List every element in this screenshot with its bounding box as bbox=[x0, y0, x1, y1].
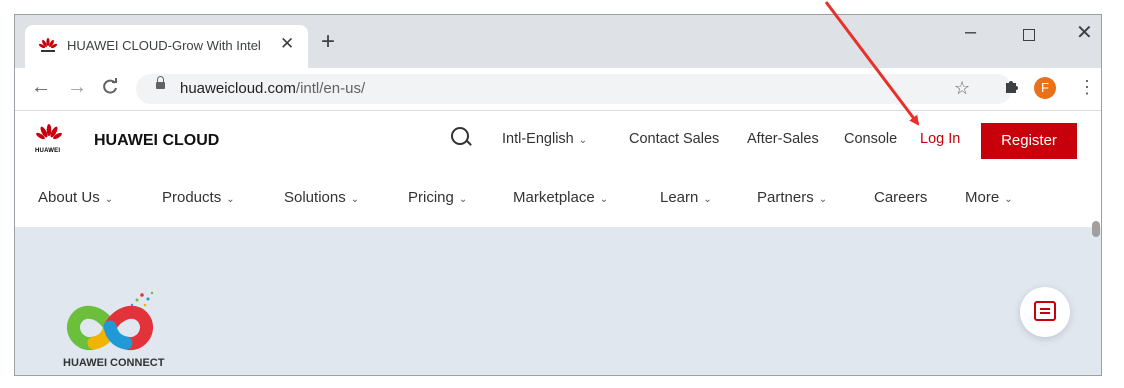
nav-item-more[interactable]: More ⌄ bbox=[965, 189, 1013, 206]
address-bar[interactable]: huaweicloud.com/intl/en-us/ ☆ bbox=[136, 74, 1012, 104]
huawei-connect-logo-icon[interactable] bbox=[62, 287, 162, 357]
huawei-logo-icon[interactable] bbox=[36, 124, 62, 146]
nav-item-careers[interactable]: Careers bbox=[874, 189, 927, 206]
brand-name[interactable]: HUAWEI CLOUD bbox=[94, 132, 219, 150]
lock-icon[interactable] bbox=[156, 76, 165, 89]
nav-item-partners[interactable]: Partners ⌄ bbox=[757, 189, 827, 206]
search-icon[interactable] bbox=[451, 127, 469, 145]
nav-item-products[interactable]: Products ⌄ bbox=[162, 189, 235, 206]
chevron-down-icon: ⌄ bbox=[703, 194, 712, 205]
language-selector[interactable]: Intl-English ⌄ bbox=[502, 131, 587, 147]
browser-toolbar: ← → huaweicloud.com/intl/en-us/ ☆ F ⋮ bbox=[15, 68, 1101, 111]
site-header: HUAWEI HUAWEI CLOUD Intl-English ⌄ Contac… bbox=[15, 111, 1101, 169]
close-window-button[interactable]: ✕ bbox=[1076, 20, 1093, 45]
huawei-connect-label: HUAWEI CONNECT bbox=[63, 357, 165, 369]
tab-close-icon[interactable]: ✕ bbox=[280, 34, 294, 54]
chevron-down-icon: ⌄ bbox=[350, 194, 360, 205]
forward-arrow-icon[interactable]: → bbox=[67, 76, 87, 99]
profile-avatar[interactable]: F bbox=[1034, 77, 1056, 99]
scrollbar-thumb[interactable] bbox=[1092, 221, 1100, 237]
login-link[interactable]: Log In bbox=[920, 131, 960, 147]
nav-item-solutions[interactable]: Solutions ⌄ bbox=[284, 189, 359, 206]
back-arrow-icon[interactable]: ← bbox=[31, 76, 51, 99]
console-link[interactable]: Console bbox=[844, 131, 897, 147]
chevron-down-icon: ⌄ bbox=[458, 194, 468, 205]
register-button[interactable]: Register bbox=[981, 123, 1077, 159]
puzzle-icon[interactable] bbox=[1003, 78, 1019, 99]
main-navigation: About Us ⌄ Products ⌄ Solutions ⌄ Pricing ⌄ … bbox=[15, 169, 1101, 227]
tab-title: HUAWEI CLOUD-Grow With Intel bbox=[67, 38, 261, 53]
chat-button[interactable] bbox=[1020, 287, 1070, 337]
nav-item-pricing[interactable]: Pricing ⌄ bbox=[408, 189, 467, 206]
browser-tab[interactable]: HUAWEI CLOUD-Grow With Intel ✕ bbox=[25, 25, 308, 68]
maximize-button[interactable] bbox=[1023, 29, 1035, 41]
huawei-favicon-icon bbox=[39, 38, 57, 52]
hero-banner: HUAWEI CONNECT bbox=[15, 221, 1101, 375]
minimize-button[interactable]: – bbox=[965, 21, 976, 44]
nav-item-learn[interactable]: Learn ⌄ bbox=[660, 189, 712, 206]
nav-item-about-us[interactable]: About Us ⌄ bbox=[38, 189, 113, 206]
web-page: HUAWEI HUAWEI CLOUD Intl-English ⌄ Contac… bbox=[15, 111, 1101, 375]
chevron-down-icon: ⌄ bbox=[818, 194, 828, 205]
contact-sales-link[interactable]: Contact Sales bbox=[629, 131, 719, 147]
chevron-down-icon: ⌄ bbox=[578, 135, 588, 146]
bookmark-star-icon[interactable]: ☆ bbox=[954, 78, 970, 99]
browser-window: HUAWEI CLOUD-Grow With Intel ✕ + – ✕ ← →… bbox=[14, 14, 1102, 376]
new-tab-button[interactable]: + bbox=[321, 30, 335, 54]
chat-icon bbox=[1034, 301, 1056, 321]
after-sales-link[interactable]: After-Sales bbox=[747, 131, 819, 147]
logo-wordmark: HUAWEI bbox=[35, 148, 61, 154]
url-text[interactable]: huaweicloud.com/intl/en-us/ bbox=[180, 80, 365, 97]
kebab-menu-icon[interactable]: ⋮ bbox=[1078, 77, 1096, 98]
reload-icon[interactable] bbox=[101, 75, 119, 102]
chevron-down-icon: ⌄ bbox=[104, 194, 114, 205]
tab-strip: HUAWEI CLOUD-Grow With Intel ✕ + – ✕ bbox=[15, 15, 1101, 68]
chevron-down-icon: ⌄ bbox=[226, 194, 235, 205]
chevron-down-icon: ⌄ bbox=[599, 194, 609, 205]
chevron-down-icon: ⌄ bbox=[1004, 194, 1013, 205]
nav-item-marketplace[interactable]: Marketplace ⌄ bbox=[513, 189, 608, 206]
